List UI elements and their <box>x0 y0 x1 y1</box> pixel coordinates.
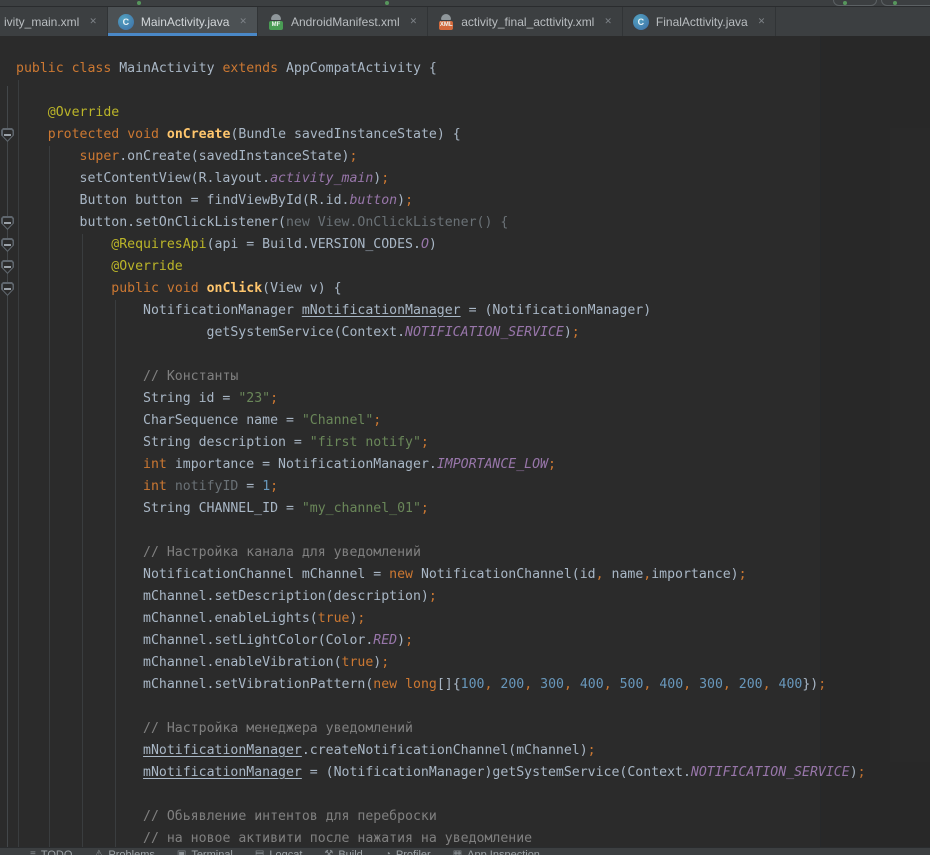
todo-icon: ≡ <box>30 849 36 855</box>
code-line: protected void onCreate(Bundle savedInst… <box>16 124 930 146</box>
code-line: mChannel.setDescription(description); <box>16 586 930 608</box>
close-icon[interactable]: ✕ <box>239 17 247 26</box>
statusbar-item-app-inspection[interactable]: ▦ App Inspection <box>453 849 540 855</box>
code-line: mChannel.enableLights(true); <box>16 608 930 630</box>
code-line: mChannel.setLightColor(Color.RED); <box>16 630 930 652</box>
code-line: getSystemService(Context.NOTIFICATION_SE… <box>16 322 930 344</box>
code-text-area[interactable]: public class MainActivity extends AppCom… <box>16 58 930 847</box>
xml-file-icon: XML <box>438 14 454 30</box>
android-studio-window: ivity_main.xml ✕ C MainActivity.java ✕ M… <box>0 0 930 855</box>
toolbar-button-partial[interactable] <box>881 0 930 6</box>
close-icon[interactable]: ✕ <box>410 17 418 26</box>
fold-marker-icon[interactable] <box>1 238 14 252</box>
code-line: @Override <box>16 256 930 278</box>
manifest-badge: MF <box>269 21 283 30</box>
code-line: mChannel.setVibrationPattern(new long[]{… <box>16 674 930 696</box>
tab-label: activity_final_acttivity.xml <box>461 15 594 29</box>
fold-marker-icon[interactable] <box>1 260 14 274</box>
code-line: NotificationManager mNotificationManager… <box>16 300 930 322</box>
manifest-file-icon: MF <box>268 14 284 30</box>
java-class-icon: C <box>633 14 649 30</box>
code-line: mNotificationManager.createNotificationC… <box>16 740 930 762</box>
code-editor[interactable]: public class MainActivity extends AppCom… <box>0 36 930 847</box>
code-line: public void onClick(View v) { <box>16 278 930 300</box>
code-line: @Override <box>16 102 930 124</box>
tab-label: FinalActtivity.java <box>656 15 748 29</box>
profiler-icon: ◔ <box>385 849 391 855</box>
code-line: // Обьявление интентов для переброски <box>16 806 930 828</box>
code-line: // Константы <box>16 366 930 388</box>
logcat-icon: ▤ <box>255 849 264 855</box>
code-line: Button button = findViewById(R.id.button… <box>16 190 930 212</box>
code-line: String id = "23"; <box>16 388 930 410</box>
code-line: button.setOnClickListener(new View.OnCli… <box>16 212 930 234</box>
run-status-dot <box>843 1 847 5</box>
build-icon: ⚒ <box>324 849 333 855</box>
fold-marker-icon[interactable] <box>1 282 14 296</box>
statusbar-item-label: Problems <box>108 849 154 855</box>
code-line: String CHANNEL_ID = "my_channel_01"; <box>16 498 930 520</box>
java-class-icon: C <box>118 14 134 30</box>
code-line: // Настройка канала для уведомлений <box>16 542 930 564</box>
fold-marker-icon[interactable] <box>1 216 14 230</box>
tab-finalacttivity-java[interactable]: C FinalActtivity.java ✕ <box>623 7 776 36</box>
statusbar-item-build[interactable]: ⚒ Build <box>324 849 362 855</box>
code-line: NotificationChannel mChannel = new Notif… <box>16 564 930 586</box>
code-line <box>16 696 930 718</box>
app-inspection-icon: ▦ <box>453 849 462 855</box>
run-status-dot <box>385 1 389 5</box>
code-line <box>16 784 930 806</box>
statusbar-item-problems[interactable]: ⚠ Problems <box>94 849 154 855</box>
statusbar-item-logcat[interactable]: ▤ Logcat <box>255 849 302 855</box>
code-line: int notifyID = 1; <box>16 476 930 498</box>
code-line: String description = "first notify"; <box>16 432 930 454</box>
code-line: mNotificationManager = (NotificationMana… <box>16 762 930 784</box>
code-line: // Настройка менеджера уведомлений <box>16 718 930 740</box>
code-line: CharSequence name = "Channel"; <box>16 410 930 432</box>
close-icon[interactable]: ✕ <box>604 17 612 26</box>
tab-label: MainActivity.java <box>141 15 229 29</box>
xml-badge: XML <box>439 21 453 30</box>
gutter-scope-line <box>7 86 8 847</box>
statusbar-item-label: App Inspection <box>467 849 540 855</box>
close-icon[interactable]: ✕ <box>758 17 766 26</box>
code-line: public class MainActivity extends AppCom… <box>16 58 930 80</box>
code-line: @RequiresApi(api = Build.VERSION_CODES.O… <box>16 234 930 256</box>
run-status-dot <box>893 1 897 5</box>
run-status-dot <box>137 1 141 5</box>
tab-label: ivity_main.xml <box>4 15 79 29</box>
code-line: setContentView(R.layout.activity_main); <box>16 168 930 190</box>
statusbar-item-label: Profiler <box>396 849 431 855</box>
statusbar-item-label: Build <box>338 849 362 855</box>
code-line <box>16 520 930 542</box>
code-line: // на новое активити после нажатия на ув… <box>16 828 930 847</box>
code-line: mChannel.enableVibration(true); <box>16 652 930 674</box>
toolbar-strip <box>0 0 930 7</box>
statusbar-item-todo[interactable]: ≡ TODO <box>30 849 72 855</box>
tab-activity-main-xml[interactable]: ivity_main.xml ✕ <box>0 7 108 36</box>
statusbar-item-label: TODO <box>41 849 73 855</box>
tab-activity-final-acttivity-xml[interactable]: XML activity_final_acttivity.xml ✕ <box>428 7 623 36</box>
statusbar-item-profiler[interactable]: ◔ Profiler <box>385 849 431 855</box>
tool-window-bar: ≡ TODO ⚠ Problems ▣ Terminal ▤ Logcat ⚒ Build ◔ Pro… <box>0 847 930 855</box>
toolbar-button-partial[interactable] <box>833 0 877 6</box>
android-file-shape <box>441 14 451 20</box>
code-line: super.onCreate(savedInstanceState); <box>16 146 930 168</box>
tab-mainactivity-java[interactable]: C MainActivity.java ✕ <box>108 7 258 36</box>
statusbar-item-label: Terminal <box>191 849 233 855</box>
terminal-icon: ▣ <box>177 849 186 855</box>
android-file-shape <box>271 14 281 20</box>
code-line <box>16 344 930 366</box>
problems-icon: ⚠ <box>94 849 103 855</box>
fold-marker-icon[interactable] <box>1 128 14 142</box>
close-icon[interactable]: ✕ <box>89 17 97 26</box>
code-line <box>16 80 930 102</box>
statusbar-item-label: Logcat <box>269 849 302 855</box>
editor-tab-bar: ivity_main.xml ✕ C MainActivity.java ✕ M… <box>0 7 930 36</box>
tab-androidmanifest-xml[interactable]: MF AndroidManifest.xml ✕ <box>258 7 428 36</box>
tab-label: AndroidManifest.xml <box>291 15 400 29</box>
statusbar-item-terminal[interactable]: ▣ Terminal <box>177 849 233 855</box>
code-line: int importance = NotificationManager.IMP… <box>16 454 930 476</box>
